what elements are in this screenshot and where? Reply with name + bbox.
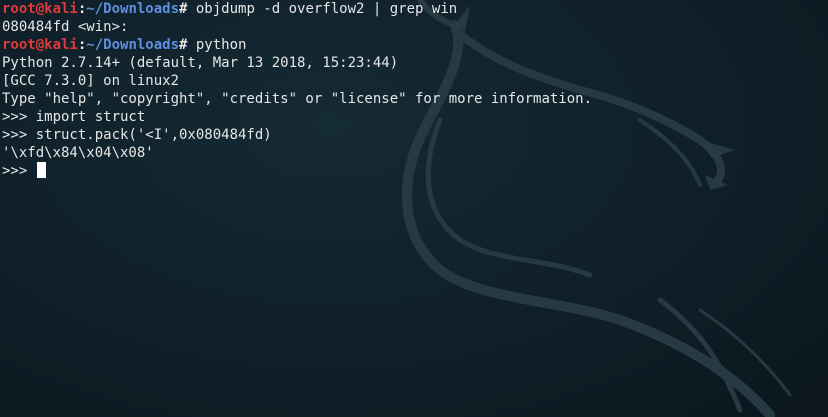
command-text: objdump -d overflow2 | grep win: [187, 1, 458, 17]
terminal-line-prompt: root@kali:~/Downloads# objdump -d overfl…: [2, 0, 828, 18]
terminal-line-output: Python 2.7.14+ (default, Mar 13 2018, 15…: [2, 55, 399, 71]
prompt-user-host: root@kali: [2, 37, 78, 53]
python-prompt: >>>: [2, 163, 36, 179]
terminal-output[interactable]: root@kali:~/Downloads# objdump -d overfl…: [2, 0, 828, 180]
terminal-line-output: >>> struct.pack('<I',0x080484fd): [2, 127, 272, 143]
prompt-path: ~/Downloads: [86, 1, 180, 17]
terminal-line-output: [GCC 7.3.0] on linux2: [2, 73, 180, 89]
terminal-line-output: 080484fd <win>:: [2, 19, 129, 35]
terminal-line-output: '\xfd\x84\x04\x08': [2, 145, 154, 161]
terminal-line-input[interactable]: >>>: [2, 162, 828, 180]
prompt-path: ~/Downloads: [86, 37, 180, 53]
terminal-line-output: >>> import struct: [2, 109, 146, 125]
prompt-user-host: root@kali: [2, 1, 78, 17]
terminal-line-output: Type "help", "copyright", "credits" or "…: [2, 91, 593, 107]
command-text: python: [187, 37, 247, 53]
terminal-line-prompt: root@kali:~/Downloads# python: [2, 36, 828, 54]
block-cursor-icon: [36, 162, 46, 178]
